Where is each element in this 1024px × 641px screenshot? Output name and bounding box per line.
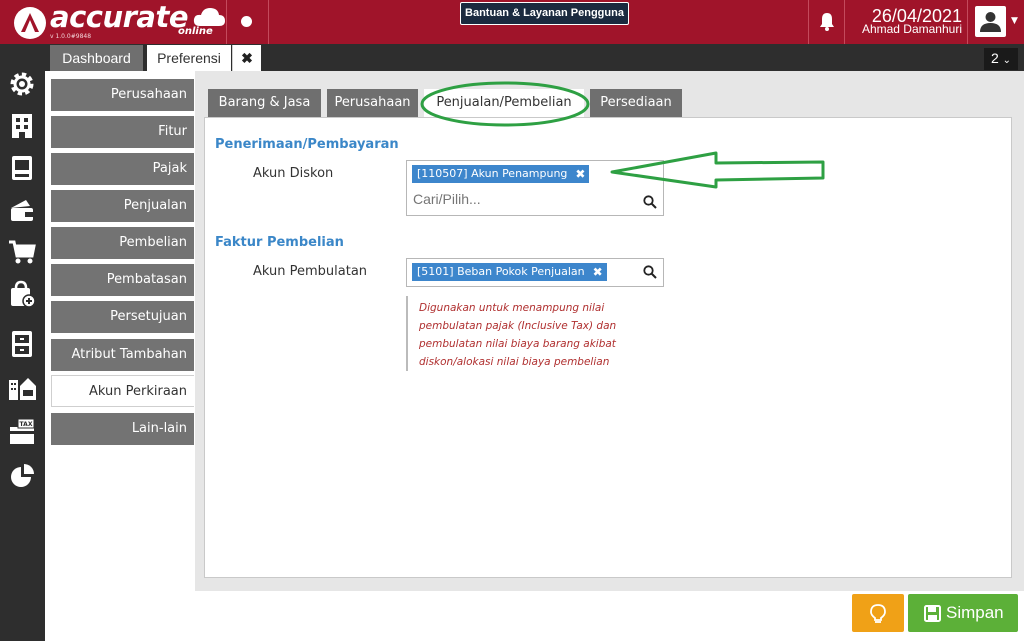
tax-icon[interactable]: TAX — [8, 418, 36, 446]
chevron-down-icon: ⌄ — [1002, 55, 1012, 66]
remove-icon[interactable]: ✖ — [575, 165, 585, 183]
top-bar: accurate online v 1.0.0#9848 Bantuan & L… — [0, 0, 1024, 44]
akun-pembulatan-label: Akun Pembulatan — [253, 264, 368, 279]
cart-icon[interactable] — [8, 238, 36, 266]
cloud-icon — [193, 8, 225, 26]
divider — [268, 0, 269, 44]
divider — [226, 0, 227, 44]
tab-perusahaan[interactable]: Perusahaan — [327, 89, 418, 117]
lightbulb-icon — [870, 604, 886, 623]
pref-item-perusahaan[interactable]: Perusahaan — [51, 79, 194, 111]
pref-item-pajak[interactable]: Pajak — [51, 153, 194, 185]
brand-suffix: online — [178, 26, 213, 37]
preferences-menu: Perusahaan Fitur Pajak Penjualan Pembeli… — [45, 71, 195, 641]
section-title-penerimaan: Penerimaan/Pembayaran — [215, 137, 399, 152]
divider — [844, 0, 845, 44]
avatar[interactable] — [975, 6, 1006, 37]
bell-icon[interactable] — [818, 12, 836, 32]
pref-item-pembatasan[interactable]: Pembatasan — [51, 264, 194, 296]
close-tab-icon[interactable]: ✖ — [232, 45, 261, 71]
pref-item-persetujuan[interactable]: Persetujuan — [51, 301, 194, 333]
akun-pembulatan-select[interactable]: [5101] Beban Pokok Penjualan ✖ — [406, 258, 664, 287]
divider — [808, 0, 809, 44]
save-button-label: Simpan — [946, 603, 1004, 622]
help-service-button[interactable]: Bantuan & Layanan Pengguna — [460, 2, 629, 25]
pie-chart-icon[interactable] — [8, 462, 36, 490]
section-title-faktur: Faktur Pembelian — [215, 235, 344, 250]
chip-label: [5101] Beban Pokok Penjualan — [417, 265, 585, 278]
document-tab-strip: Dashboard Preferensi ✖ 2 ⌄ — [0, 44, 1024, 71]
note-line: pembulatan pajak (Inclusive Tax) dan — [419, 320, 617, 332]
tab-count-value: 2 — [990, 50, 999, 66]
accurate-logo-mark — [14, 7, 46, 39]
wallet-icon[interactable] — [8, 196, 36, 224]
accurate-logo[interactable]: accurate online v 1.0.0#9848 — [14, 0, 225, 42]
svg-text:TAX: TAX — [20, 421, 33, 428]
pref-item-penjualan[interactable]: Penjualan — [51, 190, 194, 222]
user-icon — [980, 12, 1001, 32]
search-icon[interactable] — [643, 265, 657, 279]
main-content: Barang & Jasa Perusahaan Penjualan/Pembe… — [195, 71, 1024, 591]
remove-icon[interactable]: ✖ — [593, 263, 603, 281]
akun-diskon-label: Akun Diskon — [253, 166, 334, 181]
pref-item-atribut-tambahan[interactable]: Atribut Tambahan — [51, 339, 194, 371]
pref-item-fitur[interactable]: Fitur — [51, 116, 194, 148]
tips-button[interactable] — [852, 594, 904, 632]
note-line: Digunakan untuk menampung nilai — [419, 302, 605, 314]
akun-diskon-search-input[interactable] — [413, 191, 633, 207]
selected-account-chip: [5101] Beban Pokok Penjualan ✖ — [412, 263, 607, 281]
akun-diskon-select[interactable]: [110507] Akun Penampung ✖ — [406, 160, 664, 216]
tab-barang-jasa[interactable]: Barang & Jasa — [208, 89, 321, 117]
pref-item-lain-lain[interactable]: Lain-lain — [51, 413, 194, 445]
note-line: diskon/alokasi nilai biaya pembelian — [419, 356, 610, 368]
brand-name: accurate — [50, 0, 189, 34]
city-icon[interactable] — [8, 374, 36, 402]
user-name: Ahmad Damanhuri — [861, 22, 962, 36]
divider — [967, 0, 968, 44]
chevron-down-icon[interactable]: ▼ — [1011, 16, 1018, 26]
tab-penjualan-pembelian[interactable]: Penjualan/Pembelian — [424, 89, 584, 119]
app-version: v 1.0.0#9848 — [50, 33, 92, 40]
status-dot-icon[interactable] — [241, 16, 252, 27]
note-line: pembulatan nilai biaya barang akibat — [419, 338, 616, 350]
gear-icon[interactable] — [8, 70, 36, 98]
bag-add-icon[interactable] — [8, 280, 36, 308]
pref-item-pembelian[interactable]: Pembelian — [51, 227, 194, 259]
tab-dashboard[interactable]: Dashboard — [50, 45, 143, 71]
save-button[interactable]: Simpan — [908, 594, 1018, 632]
chip-label: [110507] Akun Penampung — [417, 167, 568, 180]
pref-item-akun-perkiraan[interactable]: Akun Perkiraan — [51, 375, 194, 407]
settings-panel: Penerimaan/Pembayaran Akun Diskon [11050… — [204, 117, 1012, 578]
pembulatan-help-note: Digunakan untuk menampung nilai pembulat… — [406, 296, 646, 371]
tab-persediaan[interactable]: Persediaan — [590, 89, 682, 117]
module-rail: TAX — [0, 44, 45, 641]
open-tab-count[interactable]: 2 ⌄ — [984, 48, 1018, 70]
floppy-disk-icon — [924, 605, 941, 622]
building-icon[interactable] — [8, 112, 36, 140]
selected-account-chip: [110507] Akun Penampung ✖ — [412, 165, 590, 183]
cabinet-icon[interactable] — [8, 330, 36, 358]
search-icon[interactable] — [643, 195, 657, 209]
book-icon[interactable] — [8, 154, 36, 182]
tab-preferensi[interactable]: Preferensi — [147, 45, 231, 71]
